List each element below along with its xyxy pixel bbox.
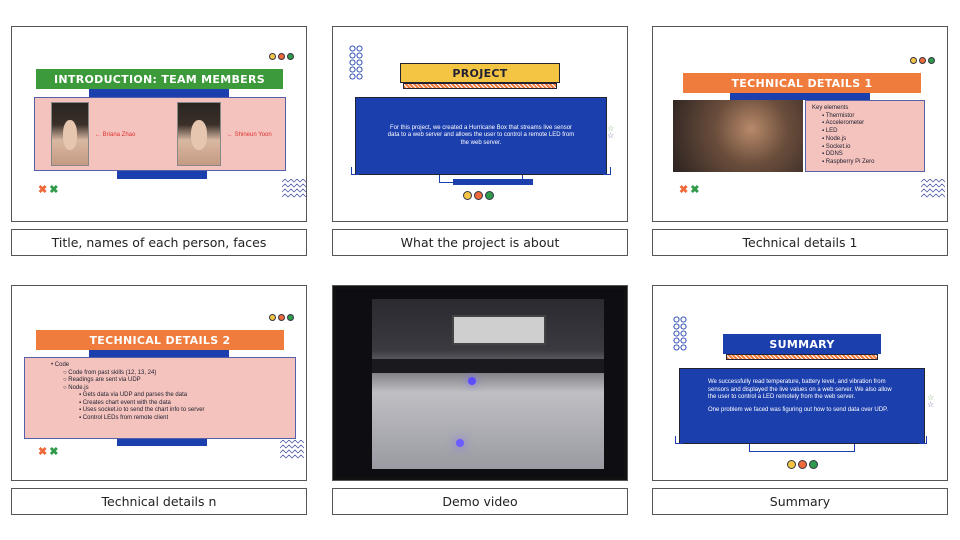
screen-in-video [452, 315, 546, 345]
frame-decoration [749, 444, 855, 452]
summary-paragraph-1: We successfully read temperature, batter… [708, 379, 892, 400]
dots-decoration [269, 53, 294, 60]
content-box: ← Briana Zhao ← Shineun Yoon [34, 97, 286, 171]
slide-caption: What the project is about [332, 229, 628, 256]
taskbar-in-video [372, 359, 604, 373]
outline-subitem: ▪ Control LEDs from remote client [79, 414, 169, 421]
corner-decoration [675, 436, 683, 444]
slide-title: TECHNICAL DETAILS 2 [36, 330, 284, 350]
x-marks: ✖ ✖ [679, 184, 700, 196]
outline-subitem: ▪ Gets data via UDP and parses the data [79, 392, 188, 398]
summary-paragraph-2: One problem we faced was figuring out ho… [708, 406, 888, 413]
dots-decoration [787, 460, 818, 469]
hardware-photo [673, 100, 803, 172]
star-decoration: ☆ ☆ [607, 124, 615, 141]
zigzag-decoration [921, 179, 945, 198]
stripe-band [403, 83, 557, 89]
circles-decoration [673, 316, 687, 351]
demo-video[interactable] [336, 289, 624, 477]
content-box: We successfully read temperature, batter… [679, 368, 925, 444]
slide-thumbnail-1[interactable]: INTRODUCTION: TEAM MEMBERS ← Briana Zhao… [11, 26, 307, 222]
dots-decoration [910, 57, 935, 64]
list-item: ▪ DDNS [822, 151, 843, 158]
member-name: ← Shineun Yoon [227, 132, 272, 138]
circles-decoration [349, 45, 363, 80]
outline-item: ○ Code from past skills (12, 13, 24) [63, 369, 157, 376]
dots-decoration [269, 314, 294, 321]
list-heading: Key elements [812, 105, 849, 111]
corner-decoration [603, 167, 611, 175]
content-box: • Code ○ Code from past skills (12, 13, … [24, 357, 296, 439]
outline-top: • Code [51, 362, 70, 368]
slide-thumbnail-6[interactable]: SUMMARY We successfully read temperature… [652, 285, 948, 481]
dots-decoration [463, 191, 494, 200]
project-description: For this project, we created a Hurricane… [387, 124, 575, 146]
outline-subitem: ▪ Creates chart event with the data [79, 399, 171, 406]
slide-title: SUMMARY [723, 334, 881, 354]
blue-band [453, 179, 533, 185]
x-marks: ✖ ✖ [38, 446, 59, 458]
slide-thumbnail-5[interactable] [332, 285, 628, 481]
list-item: ▪ Thermistor [822, 112, 855, 119]
slide-thumbnail-3[interactable]: TECHNICAL DETAILS 1 Key elements ▪ Therm… [652, 26, 948, 222]
outline-item: ○ Readings are sent via UDP [63, 377, 141, 383]
member-name: ← Briana Zhao [95, 132, 136, 138]
content-box: For this project, we created a Hurricane… [355, 97, 607, 175]
zigzag-decoration [280, 440, 304, 459]
led-glow [456, 439, 464, 447]
video-frame [372, 299, 604, 469]
slide-thumbnail-4[interactable]: TECHNICAL DETAILS 2 • Code ○ Code from p… [11, 285, 307, 481]
led-glow [468, 377, 476, 385]
blue-band [730, 93, 870, 100]
outline-subitem: ▪ Uses socket.io to send the chart info … [79, 407, 205, 413]
slide-caption: Technical details 1 [652, 229, 948, 256]
slide-caption: Technical details n [11, 488, 307, 515]
member-photo [177, 102, 221, 166]
blue-band [89, 89, 229, 97]
slide-caption: Summary [652, 488, 948, 515]
member-photo [51, 102, 89, 166]
blue-band [117, 171, 207, 179]
slide-thumbnail-2[interactable]: PROJECT For this project, we created a H… [332, 26, 628, 222]
blue-band [117, 439, 207, 446]
slide-caption: Title, names of each person, faces [11, 229, 307, 256]
list-item: ▪ Node.js [822, 135, 847, 142]
star-decoration: ☆ ☆ [927, 393, 935, 410]
list-item: ▪ Raspberry Pi Zero [822, 159, 875, 166]
outline-item: ○ Node.js [63, 384, 89, 391]
content-box: Key elements ▪ Thermistor ▪ Acceleromete… [805, 100, 925, 172]
corner-decoration [351, 167, 359, 175]
list-item: ▪ Accelerometer [822, 120, 865, 127]
zigzag-decoration [282, 179, 306, 198]
blue-band [89, 350, 229, 357]
slide-title: PROJECT [400, 63, 560, 83]
slide-title: TECHNICAL DETAILS 1 [683, 73, 921, 93]
x-marks: ✖ ✖ [38, 184, 59, 196]
stripe-band [726, 354, 878, 360]
corner-decoration [919, 436, 927, 444]
list-item: ▪ Socket.io [822, 143, 851, 150]
slide-title: INTRODUCTION: TEAM MEMBERS [36, 69, 283, 89]
slide-caption: Demo video [332, 488, 628, 515]
list-item: ▪ LED [822, 128, 838, 135]
key-elements-list: ▪ Thermistor ▪ Accelerometer ▪ LED ▪ Nod… [812, 113, 918, 168]
